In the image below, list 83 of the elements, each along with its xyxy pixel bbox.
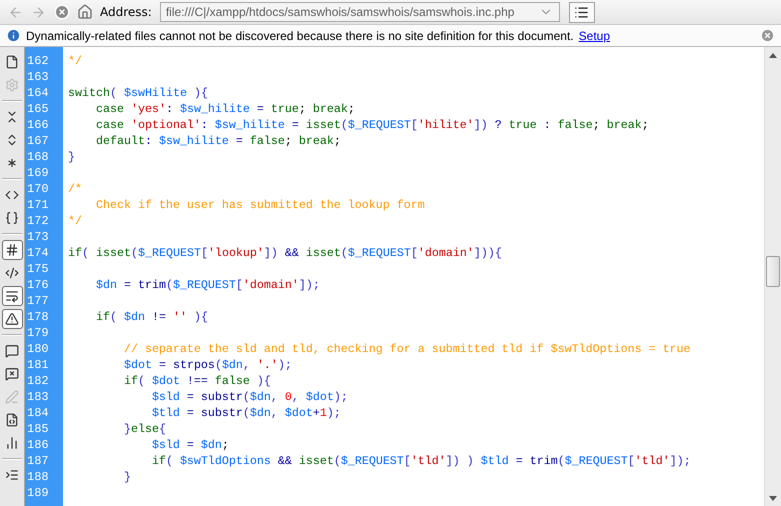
line-number: 183 (26, 389, 50, 405)
line-number: 165 (26, 101, 50, 117)
code-line: } (68, 149, 76, 165)
line-number: 187 (26, 453, 50, 469)
line-number: 168 (26, 149, 50, 165)
code-line: $sld = $dn; (150, 437, 230, 453)
line-number: 172 (26, 213, 50, 229)
toolbar-button[interactable] (2, 286, 22, 306)
line-number: 176 (26, 277, 50, 293)
scroll-thumb[interactable] (766, 256, 780, 287)
warning-icon (5, 312, 19, 326)
code-line: $tld = substr($dn, $dot+1); (150, 405, 342, 421)
line-number: 184 (26, 405, 50, 421)
code-line: if( $swTldOptions && isset($_REQUEST['tld']) ) $tld = trim($_REQUEST['tld']); (150, 453, 692, 469)
comment-icon (5, 344, 19, 358)
stop-icon (54, 4, 70, 20)
indent-icon (5, 468, 19, 482)
file-icon (5, 55, 19, 69)
code-line: // separate the sld and tld, checking for a submitted tld if $swTldOptions = true (122, 341, 692, 357)
scrollbar[interactable] (764, 47, 781, 506)
code-line: default: $sw_hilite = false; break; (94, 133, 342, 149)
code-line: if( $dot !== false ){ (122, 373, 272, 389)
line-number: 167 (26, 133, 50, 149)
wrap-text-icon (5, 289, 19, 303)
line-number: 169 (26, 165, 50, 181)
line-number: 179 (26, 325, 50, 341)
setup-link[interactable]: Setup (578, 28, 610, 42)
chart-icon (5, 436, 19, 450)
line-number: 170 (26, 181, 50, 197)
line-number: 175 (26, 261, 50, 277)
code-line: */ (68, 213, 83, 229)
code-line: case 'optional': $sw_hilite = isset($_REQUEST['hilite']) ? true : false; break; (94, 117, 650, 133)
info-icon (6, 28, 21, 43)
line-number: 180 (26, 341, 50, 357)
line-number: 174 (26, 245, 50, 261)
line-number: 188 (26, 469, 50, 485)
code-icon (5, 188, 19, 202)
code-line: $dn = trim($_REQUEST['domain']); (94, 277, 321, 293)
code-icon (5, 266, 19, 280)
pen-icon (5, 390, 19, 404)
code-line: } (122, 469, 132, 485)
toolbar-button[interactable] (2, 240, 22, 260)
line-number: 164 (26, 85, 50, 101)
down-triangle-icon (769, 496, 777, 500)
file-code-icon (5, 413, 19, 427)
line-number: 173 (26, 229, 50, 245)
address-field[interactable]: file:///C|/xampp/htdocs/samswhois/samswhois/samswhois.inc.php (160, 2, 560, 22)
code-line: Check if the user has submitted the lookup form (94, 197, 426, 213)
line-number: 171 (26, 197, 50, 213)
right-arrow-icon (31, 4, 46, 20)
code-line: if( $dn != '' ){ (94, 309, 209, 325)
code-line: */ (68, 53, 83, 69)
line-number: 181 (26, 357, 50, 373)
line-number: 186 (26, 437, 50, 453)
line-number: 185 (26, 421, 50, 437)
address-label: Address: (100, 5, 152, 19)
code-line: switch( $swHilite ){ (68, 85, 209, 101)
line-number: 189 (26, 485, 50, 501)
line-number: 166 (26, 117, 50, 133)
list-icon (574, 4, 590, 20)
braces-icon (5, 211, 19, 225)
home-icon (76, 4, 92, 20)
line-number: 177 (26, 293, 50, 309)
options-menu-button[interactable] (568, 2, 595, 22)
line-number: 163 (26, 69, 50, 85)
code-line: if( isset($_REQUEST['lookup']) && isset($_REQUEST['domain'])){ (68, 245, 503, 261)
line-number: 178 (26, 309, 50, 325)
close-icon (760, 28, 774, 43)
up-triangle-icon (769, 52, 777, 58)
hash-icon (5, 243, 19, 257)
close-button[interactable] (759, 28, 775, 44)
toolbar-button[interactable] (2, 309, 22, 329)
code-line: $dot = strpos($dn, '.'); (122, 357, 293, 373)
code-line: }else{ (122, 421, 167, 437)
gear-icon (5, 78, 19, 92)
stop-button[interactable] (52, 2, 71, 22)
remove-comment-icon (5, 367, 19, 381)
code-line: /* (68, 181, 83, 197)
line-number: 162 (26, 53, 50, 69)
info-message: Dynamically-related files cannot not be discovered because there is no site definition for this document. (26, 28, 574, 42)
code-line: $sld = substr($dn, 0, $dot); (150, 389, 349, 405)
code-line: case 'yes': $sw_hilite = true; break; (94, 101, 356, 117)
line-number: 182 (26, 373, 50, 389)
